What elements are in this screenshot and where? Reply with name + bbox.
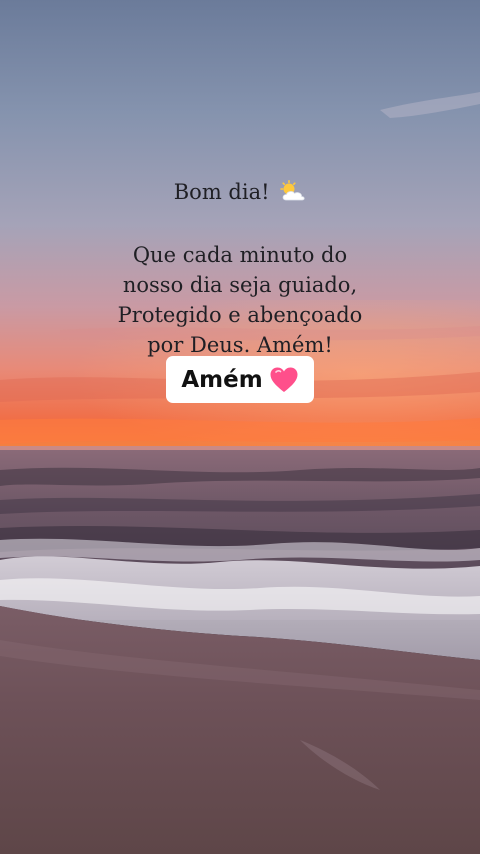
sun-behind-cloud-icon (280, 180, 305, 201)
greeting-line: Bom dia! (0, 177, 480, 207)
message-text: Que cada minuto do nosso dia seja guiado… (0, 240, 480, 360)
sunset-beach-background (0, 0, 480, 854)
pink-heart-icon (270, 367, 298, 392)
amen-badge: Amém (166, 356, 314, 403)
message-line-3: Protegido e abençoado (117, 303, 363, 327)
amen-badge-label: Amém (181, 366, 263, 393)
greeting-text: Bom dia! (173, 180, 270, 204)
message-line-2: nosso dia seja guiado, (122, 273, 358, 297)
message-line-1: Que cada minuto do (132, 243, 348, 267)
sunset-beach-scene: Bom dia! Que cada minuto do nosso dia se… (0, 0, 480, 854)
